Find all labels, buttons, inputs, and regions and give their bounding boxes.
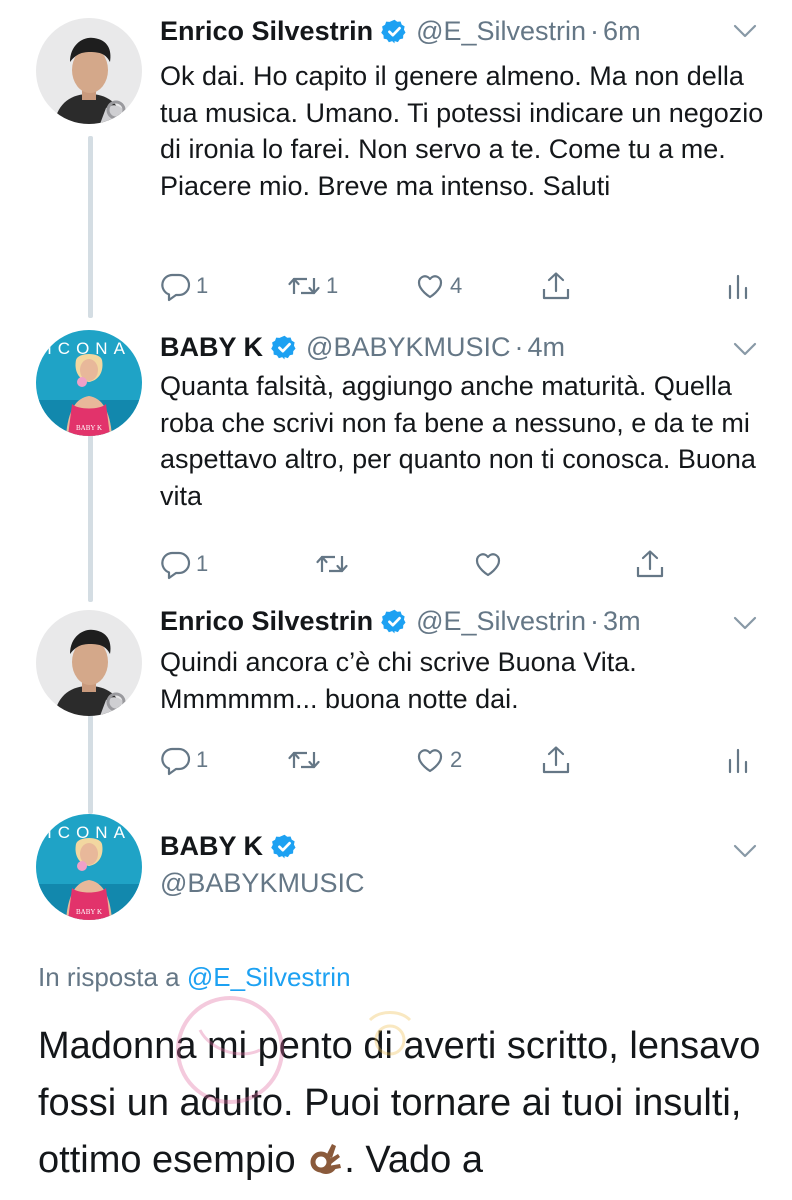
avatar-enrico[interactable] [36, 18, 142, 124]
tweet-text: Ok dai. Ho capito il genere almeno. Ma n… [160, 61, 764, 201]
like-icon [414, 270, 446, 302]
share-button[interactable] [540, 744, 572, 776]
ok-hand-emoji-icon [310, 1144, 342, 1174]
share-button[interactable] [634, 548, 666, 580]
retweet-button[interactable]: 1 [286, 270, 338, 302]
author-handle[interactable]: @E_Silvestrin [416, 14, 586, 48]
separator: · [590, 16, 600, 46]
author-handle[interactable]: @BABYKMUSIC [160, 868, 364, 899]
avatar-baby-k[interactable]: ICONA BABY K [36, 814, 142, 920]
timestamp[interactable]: 3m [603, 604, 641, 638]
reply-prefix: In risposta a [38, 962, 180, 992]
reply-icon [160, 548, 192, 580]
author-name[interactable]: BABY K [160, 330, 263, 364]
retweet-button[interactable] [314, 548, 350, 580]
like-button[interactable] [472, 548, 504, 580]
retweet-count: 1 [326, 273, 339, 298]
tweet-header: BABY K @BABYKMUSIC · 4m [160, 330, 565, 364]
avatar-album-artist: BABY K [76, 908, 102, 916]
like-icon [414, 744, 446, 776]
tweet-header: Enrico Silvestrin @E_Silvestrin · 6m [160, 14, 641, 48]
retweet-icon [314, 548, 350, 580]
reply-count: 1 [196, 747, 209, 772]
timestamp[interactable]: 6m [603, 14, 641, 48]
chevron-down-icon[interactable] [732, 842, 758, 860]
reply-icon [160, 744, 192, 776]
share-icon [540, 744, 572, 776]
tweet[interactable]: ICONA BABY K BABY K @BABYKMUSIC · 4m Qua… [0, 318, 792, 606]
analytics-button[interactable] [726, 270, 750, 302]
separator: · [590, 606, 600, 636]
detail-tweet-text: Madonna mi pento di averti scritto, lens… [38, 1018, 778, 1189]
detail-author-row: BABY K [160, 831, 306, 862]
author-name[interactable]: Enrico Silvestrin [160, 604, 373, 638]
tweet-text: Quindi ancora c’è chi scrive Buona Vita.… [160, 647, 637, 714]
detail-text-part2: . Vado a [344, 1139, 483, 1181]
avatar-album-artist: BABY K [76, 424, 102, 432]
verified-badge-icon [381, 18, 408, 45]
share-icon [634, 548, 666, 580]
chevron-down-icon[interactable] [732, 22, 758, 40]
tweet-header: Enrico Silvestrin @E_Silvestrin · 3m [160, 604, 641, 638]
reply-button[interactable]: 1 [160, 270, 208, 302]
author-name[interactable]: Enrico Silvestrin [160, 14, 373, 48]
analytics-icon [726, 270, 750, 302]
tweet-text: Quanta falsità, aggiungo anche maturità.… [160, 371, 756, 511]
reply-context: In risposta a @E_Silvestrin [38, 962, 351, 993]
retweet-button[interactable] [286, 744, 322, 776]
chevron-down-icon[interactable] [732, 614, 758, 632]
verified-badge-icon [381, 608, 408, 635]
analytics-icon [726, 744, 750, 776]
reply-mention-link[interactable]: @E_Silvestrin [187, 962, 351, 992]
reply-button[interactable]: 1 [160, 548, 208, 580]
verified-badge-icon [271, 833, 298, 860]
reply-count: 1 [196, 551, 209, 576]
share-icon [540, 270, 572, 302]
timestamp[interactable]: 4m [527, 330, 565, 364]
author-handle[interactable]: @BABYKMUSIC [306, 330, 510, 364]
tweet-actions: 1 2 [160, 744, 760, 780]
like-count: 4 [450, 273, 463, 298]
separator: · [514, 332, 524, 362]
retweet-icon [286, 744, 322, 776]
chevron-down-icon[interactable] [732, 340, 758, 358]
tweet[interactable]: Enrico Silvestrin @E_Silvestrin · 3m Qui… [0, 602, 792, 814]
like-icon [472, 548, 504, 580]
share-button[interactable] [540, 270, 572, 302]
like-count: 2 [450, 747, 463, 772]
like-button[interactable]: 2 [414, 744, 462, 776]
author-handle[interactable]: @E_Silvestrin [416, 604, 586, 638]
verified-badge-icon [271, 334, 298, 361]
tweet-actions: 1 1 4 [160, 270, 760, 306]
retweet-icon [286, 270, 322, 302]
analytics-button[interactable] [726, 744, 750, 776]
avatar-baby-k[interactable]: ICONA BABY K [36, 330, 142, 436]
reply-icon [160, 270, 192, 302]
avatar-enrico[interactable] [36, 610, 142, 716]
like-button[interactable]: 4 [414, 270, 462, 302]
reply-button[interactable]: 1 [160, 744, 208, 776]
author-name[interactable]: BABY K [160, 831, 263, 862]
tweet-actions: 1 [160, 548, 760, 584]
reply-count: 1 [196, 273, 209, 298]
tweet[interactable]: Enrico Silvestrin @E_Silvestrin · 6m Ok … [0, 0, 792, 318]
